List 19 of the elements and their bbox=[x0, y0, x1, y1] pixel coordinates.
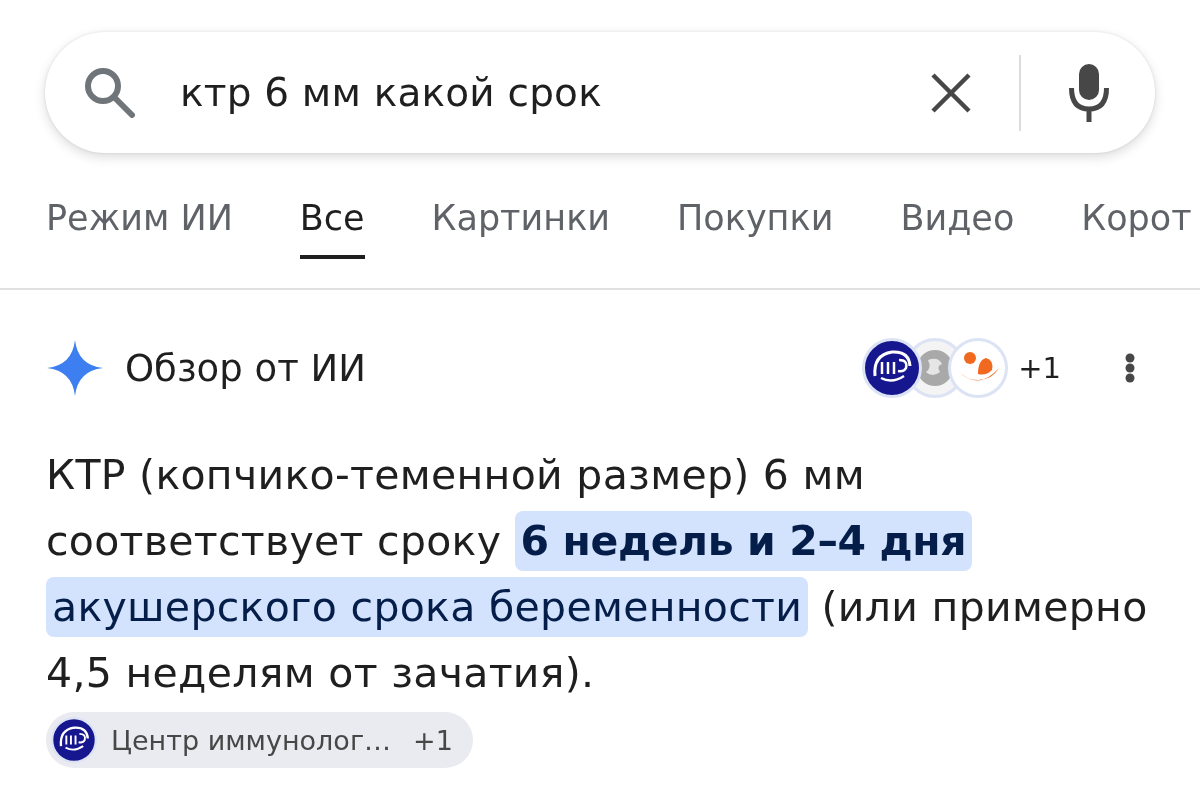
search-input[interactable]: ктр 6 мм какой срок bbox=[180, 70, 910, 115]
mic-icon[interactable] bbox=[1068, 63, 1110, 122]
sparkle-icon bbox=[47, 340, 103, 396]
source-logo-icon bbox=[862, 338, 923, 398]
tab[interactable]: Корот bbox=[1081, 195, 1192, 259]
overview-text: КТР (копчико-теменной размер) 6 мм соответствует сроку 6 недель и 2–4 дня акушерского срока беременности (или примерно 4,5 неделям от зачатия). bbox=[46, 450, 1149, 699]
tab[interactable]: Покупки bbox=[677, 195, 834, 259]
overview-title: Обзор от ИИ bbox=[125, 346, 366, 390]
tab[interactable]: Видео bbox=[900, 195, 1015, 259]
tab[interactable]: Картинки bbox=[431, 195, 611, 259]
source-logo-icon bbox=[51, 717, 97, 763]
search-icon bbox=[85, 67, 135, 118]
tab[interactable]: Все bbox=[299, 195, 365, 259]
more-options-icon[interactable] bbox=[1125, 353, 1135, 383]
clear-icon[interactable] bbox=[930, 71, 972, 114]
sources-button[interactable]: +1 bbox=[862, 338, 1061, 398]
tab[interactable]: Режим ИИ bbox=[46, 195, 233, 259]
citation-chip[interactable]: Центр иммунолог… +1 bbox=[46, 712, 473, 768]
source-logo-icon bbox=[948, 338, 1009, 398]
